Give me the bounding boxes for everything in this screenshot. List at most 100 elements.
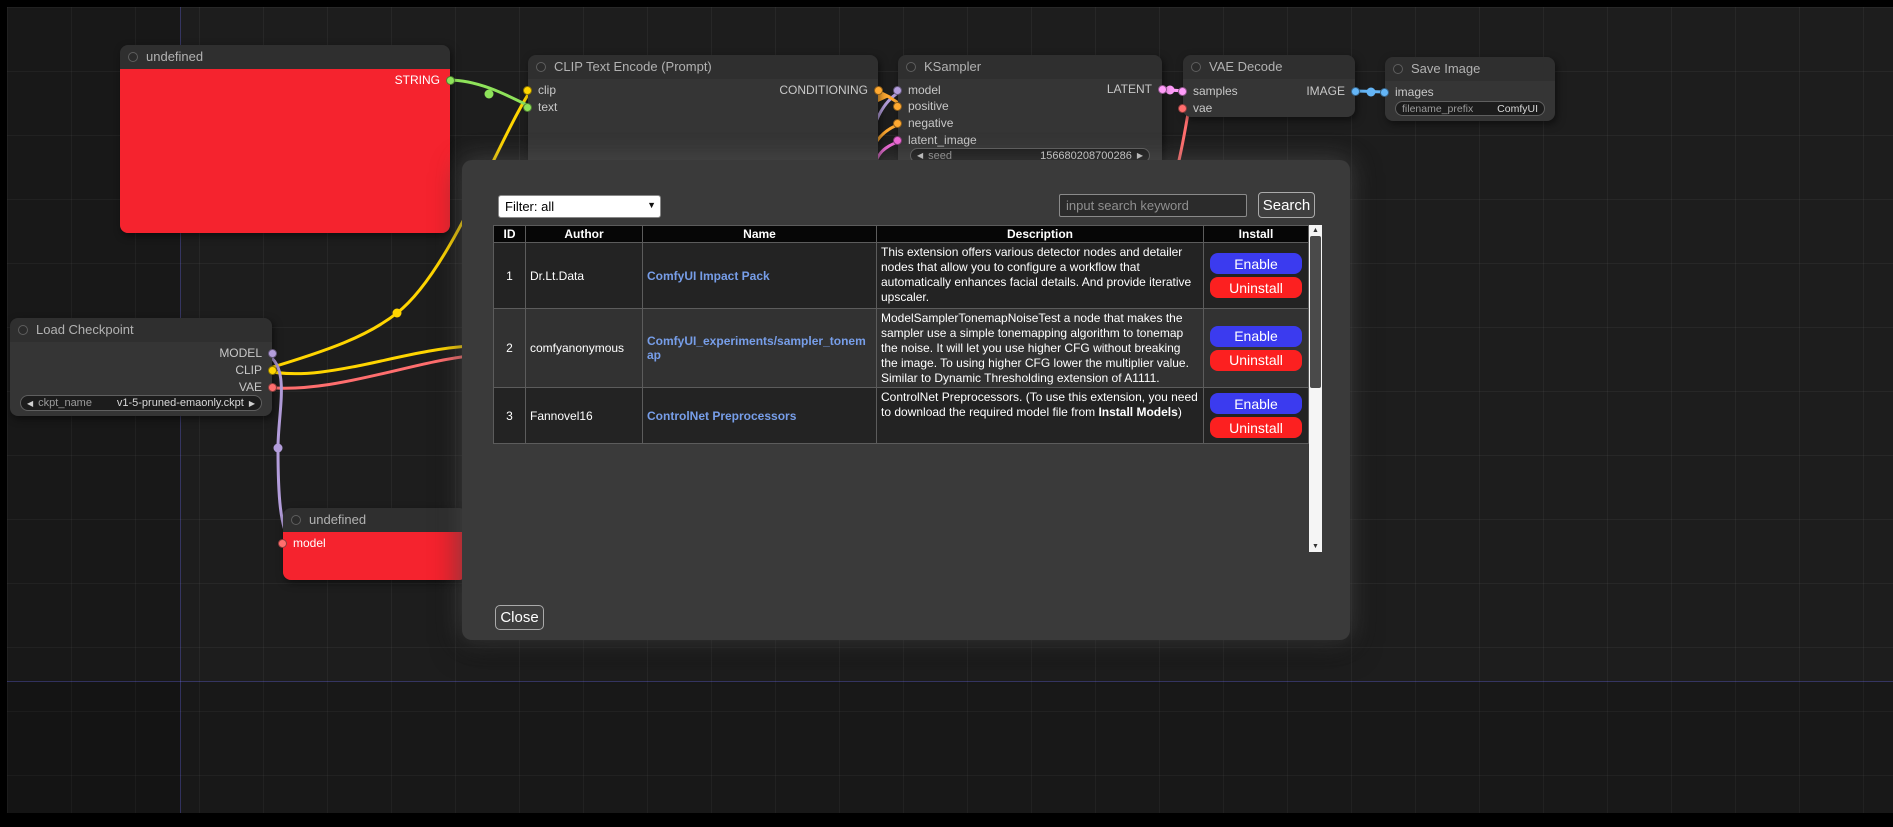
slot-label: latent_image (908, 133, 977, 147)
clip-input-dot[interactable] (523, 86, 532, 95)
slot-label: positive (908, 99, 949, 113)
images-input-dot[interactable] (1380, 88, 1389, 97)
output-slot-conditioning[interactable]: CONDITIONING (779, 83, 878, 98)
filename-prefix-widget[interactable]: filename_prefix ComfyUI (1395, 101, 1545, 116)
slot-label: vae (1193, 101, 1212, 115)
node-title-bar[interactable]: Load Checkpoint (10, 318, 272, 342)
increment-arrow-icon[interactable]: ▶ (249, 399, 255, 408)
node-title: undefined (309, 512, 366, 527)
extension-author: Fannovel16 (526, 388, 643, 444)
slot-label: CONDITIONING (779, 83, 868, 97)
decrement-arrow-icon[interactable]: ◀ (917, 151, 923, 160)
input-slot-clip[interactable]: clip (528, 83, 556, 98)
extension-row: 2 comfyanonymous ComfyUI_experiments/sam… (494, 309, 1309, 388)
uninstall-button[interactable]: Uninstall (1210, 277, 1302, 298)
increment-arrow-icon[interactable]: ▶ (1137, 151, 1143, 160)
node-undefined-top[interactable]: undefined STRING (120, 45, 450, 233)
collapse-dot-icon[interactable] (1191, 62, 1201, 72)
slot-label: IMAGE (1306, 84, 1345, 98)
extension-link[interactable]: ControlNet Preprocessors (647, 409, 796, 423)
input-slot-vae[interactable]: vae (1183, 101, 1212, 116)
enable-button[interactable]: Enable (1210, 326, 1302, 347)
input-slot-samples[interactable]: samples (1183, 84, 1238, 99)
collapse-dot-icon[interactable] (18, 325, 28, 335)
extension-id: 2 (494, 309, 526, 388)
image-output-dot[interactable] (1351, 87, 1360, 96)
node-title: undefined (146, 49, 203, 64)
model-input-dot[interactable] (278, 539, 287, 548)
node-undefined-bottom[interactable]: undefined model (283, 508, 467, 580)
search-button[interactable]: Search (1258, 192, 1315, 218)
slot-label: negative (908, 116, 953, 130)
slot-label: MODEL (219, 346, 262, 360)
positive-input-dot[interactable] (893, 102, 902, 111)
input-slot-model[interactable]: model (898, 83, 941, 98)
model-input-dot[interactable] (893, 86, 902, 95)
enable-button[interactable]: Enable (1210, 393, 1302, 414)
decrement-arrow-icon[interactable]: ◀ (27, 399, 33, 408)
extension-row: 3 Fannovel16 ControlNet Preprocessors Co… (494, 388, 1309, 444)
output-slot-vae[interactable]: VAE (239, 380, 272, 395)
input-slot-images[interactable]: images (1385, 85, 1434, 100)
extension-description: ControlNet Preprocessors. (To use this e… (877, 388, 1204, 444)
text-input-dot[interactable] (523, 103, 532, 112)
close-button[interactable]: Close (495, 605, 544, 630)
uninstall-button[interactable]: Uninstall (1210, 350, 1302, 371)
collapse-dot-icon[interactable] (128, 52, 138, 62)
node-title: Load Checkpoint (36, 322, 134, 337)
collapse-dot-icon[interactable] (906, 62, 916, 72)
column-header-author: Author (526, 226, 643, 243)
node-title-bar[interactable]: VAE Decode (1183, 55, 1355, 79)
node-save-image[interactable]: Save Image images filename_prefix ComfyU… (1385, 57, 1555, 121)
uninstall-button[interactable]: Uninstall (1210, 417, 1302, 438)
node-title-bar[interactable]: Save Image (1385, 57, 1555, 81)
output-slot-latent[interactable]: LATENT (1107, 82, 1162, 97)
latent-image-input-dot[interactable] (893, 136, 902, 145)
clip-output-dot[interactable] (268, 366, 277, 375)
link-dot (274, 444, 283, 453)
node-title-bar[interactable]: KSampler (898, 55, 1162, 79)
negative-input-dot[interactable] (893, 119, 902, 128)
table-scrollbar[interactable]: ▲ ▼ (1309, 225, 1322, 552)
input-slot-negative[interactable]: negative (898, 116, 953, 131)
filter-select[interactable]: Filter: all (498, 195, 661, 218)
conditioning-output-dot[interactable] (874, 86, 883, 95)
extension-description: This extension offers various detector n… (877, 243, 1204, 309)
output-slot-clip[interactable]: CLIP (235, 363, 272, 378)
collapse-dot-icon[interactable] (536, 62, 546, 72)
input-slot-positive[interactable]: positive (898, 99, 949, 114)
widget-value: v1-5-pruned-emaonly.ckpt (117, 397, 244, 409)
input-slot-text[interactable]: text (528, 100, 557, 115)
model-output-dot[interactable] (268, 349, 277, 358)
node-title-bar[interactable]: CLIP Text Encode (Prompt) (528, 55, 878, 79)
samples-input-dot[interactable] (1178, 87, 1187, 96)
widget-label: filename_prefix (1402, 103, 1473, 115)
node-title-bar[interactable]: undefined (120, 45, 450, 69)
table-header-row: ID Author Name Description Install (494, 226, 1309, 243)
scroll-down-icon[interactable]: ▼ (1309, 541, 1322, 552)
node-load-checkpoint[interactable]: Load Checkpoint MODEL CLIP VAE ◀ ckpt_na… (10, 318, 272, 416)
input-slot-latent-image[interactable]: latent_image (898, 133, 977, 148)
scroll-up-icon[interactable]: ▲ (1309, 225, 1322, 236)
string-output-dot[interactable] (446, 76, 455, 85)
search-input[interactable] (1059, 194, 1247, 217)
vae-input-dot[interactable] (1178, 104, 1187, 113)
extension-link[interactable]: ComfyUI Impact Pack (647, 269, 770, 283)
node-title-bar[interactable]: undefined (283, 508, 467, 532)
input-slot-model[interactable]: model (283, 536, 326, 551)
vae-output-dot[interactable] (268, 383, 277, 392)
collapse-dot-icon[interactable] (291, 515, 301, 525)
slot-label: model (293, 536, 326, 550)
output-slot-model[interactable]: MODEL (219, 346, 272, 361)
latent-output-dot[interactable] (1158, 85, 1167, 94)
extension-link[interactable]: ComfyUI_experiments/sampler_tonemap (647, 334, 866, 362)
column-header-id: ID (494, 226, 526, 243)
ckpt-name-widget[interactable]: ◀ ckpt_name v1-5-pruned-emaonly.ckpt ▶ (20, 395, 262, 411)
enable-button[interactable]: Enable (1210, 253, 1302, 274)
output-slot-string[interactable]: STRING (395, 73, 450, 88)
node-vae-decode[interactable]: VAE Decode samples vae IMAGE (1183, 55, 1355, 117)
column-header-description: Description (877, 226, 1204, 243)
output-slot-image[interactable]: IMAGE (1306, 84, 1355, 99)
scrollbar-thumb[interactable] (1310, 236, 1321, 388)
collapse-dot-icon[interactable] (1393, 64, 1403, 74)
